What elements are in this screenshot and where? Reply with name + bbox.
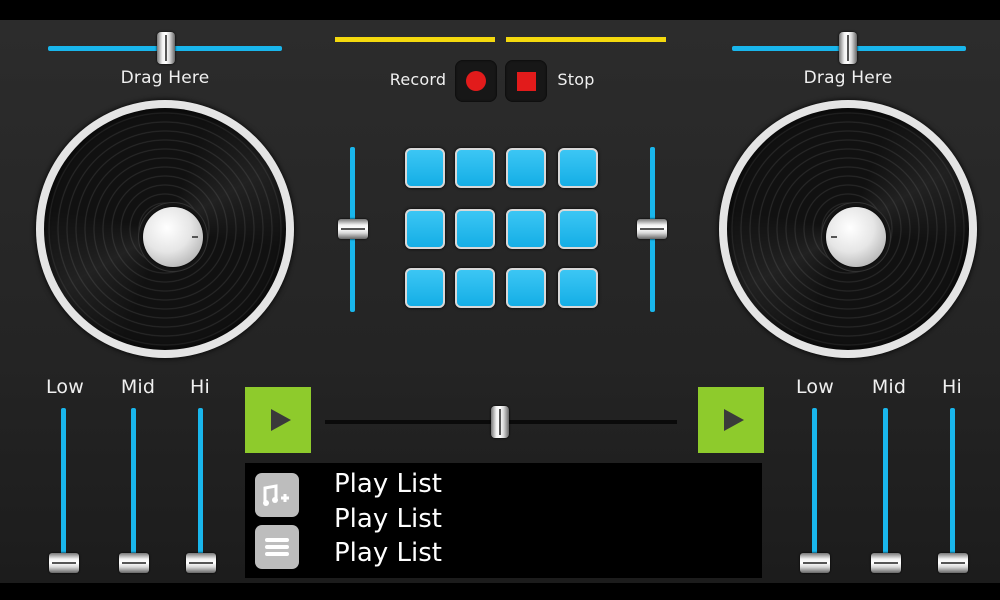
left-eq-mid-handle[interactable] <box>119 553 149 573</box>
left-spindle-knob <box>143 207 203 267</box>
sample-pad[interactable] <box>455 148 495 188</box>
left-eq-hi-track[interactable] <box>198 408 203 570</box>
dj-mixer-app: Drag Here Drag Here Record Stop Low Mid … <box>0 20 1000 583</box>
left-eq-low-handle[interactable] <box>49 553 79 573</box>
right-level-meter <box>506 37 666 42</box>
right-spindle-knob <box>826 207 886 267</box>
sample-pad[interactable] <box>506 268 546 308</box>
left-volume-handle[interactable] <box>338 219 368 239</box>
right-pitch-slider-handle[interactable] <box>839 32 857 64</box>
sample-pad[interactable] <box>506 209 546 249</box>
right-eq-low-label: Low <box>795 376 834 398</box>
left-eq-low-label: Low <box>45 376 84 398</box>
left-level-meter <box>335 37 495 42</box>
right-play-button[interactable] <box>698 387 764 453</box>
sample-pad[interactable] <box>558 268 598 308</box>
right-drag-label: Drag Here <box>803 68 893 88</box>
sample-pad[interactable] <box>405 148 445 188</box>
right-eq-hi-handle[interactable] <box>938 553 968 573</box>
stop-button[interactable] <box>505 60 547 102</box>
right-vinyl-record[interactable] <box>727 108 969 350</box>
menu-icon[interactable] <box>255 525 299 569</box>
playlist-item[interactable]: Play List <box>334 538 442 568</box>
record-label: Record <box>389 70 447 89</box>
right-turntable[interactable] <box>719 100 977 358</box>
left-vinyl-record[interactable] <box>44 108 286 350</box>
left-eq-mid-label: Mid <box>120 376 156 398</box>
sample-pad[interactable] <box>455 209 495 249</box>
playlist-item[interactable]: Play List <box>334 469 442 499</box>
right-eq-hi-label: Hi <box>942 376 962 398</box>
left-eq-hi-label: Hi <box>190 376 210 398</box>
sample-pad[interactable] <box>405 209 445 249</box>
right-eq-hi-track[interactable] <box>950 408 955 570</box>
left-drag-label: Drag Here <box>120 68 210 88</box>
playlist-panel: Play List Play List Play List <box>245 463 762 578</box>
right-eq-mid-handle[interactable] <box>871 553 901 573</box>
left-eq-hi-handle[interactable] <box>186 553 216 573</box>
record-icon <box>466 71 486 91</box>
playlist-item[interactable]: Play List <box>334 504 442 534</box>
sample-pad[interactable] <box>455 268 495 308</box>
record-button[interactable] <box>455 60 497 102</box>
stop-label: Stop <box>557 70 595 89</box>
left-play-button[interactable] <box>245 387 311 453</box>
right-eq-low-track[interactable] <box>812 408 817 570</box>
sample-pad[interactable] <box>558 148 598 188</box>
right-eq-low-handle[interactable] <box>800 553 830 573</box>
right-eq-mid-track[interactable] <box>883 408 888 570</box>
right-eq-mid-label: Mid <box>871 376 907 398</box>
sample-pad[interactable] <box>405 268 445 308</box>
left-pitch-slider-handle[interactable] <box>157 32 175 64</box>
left-turntable[interactable] <box>36 100 294 358</box>
right-volume-handle[interactable] <box>637 219 667 239</box>
music-add-icon[interactable] <box>255 473 299 517</box>
left-eq-mid-track[interactable] <box>131 408 136 570</box>
play-icon <box>270 409 291 431</box>
sample-pad[interactable] <box>506 148 546 188</box>
sample-pad[interactable] <box>558 209 598 249</box>
left-eq-low-track[interactable] <box>61 408 66 570</box>
crossfader-handle[interactable] <box>491 406 509 438</box>
stop-icon <box>516 71 536 91</box>
play-icon <box>723 409 744 431</box>
